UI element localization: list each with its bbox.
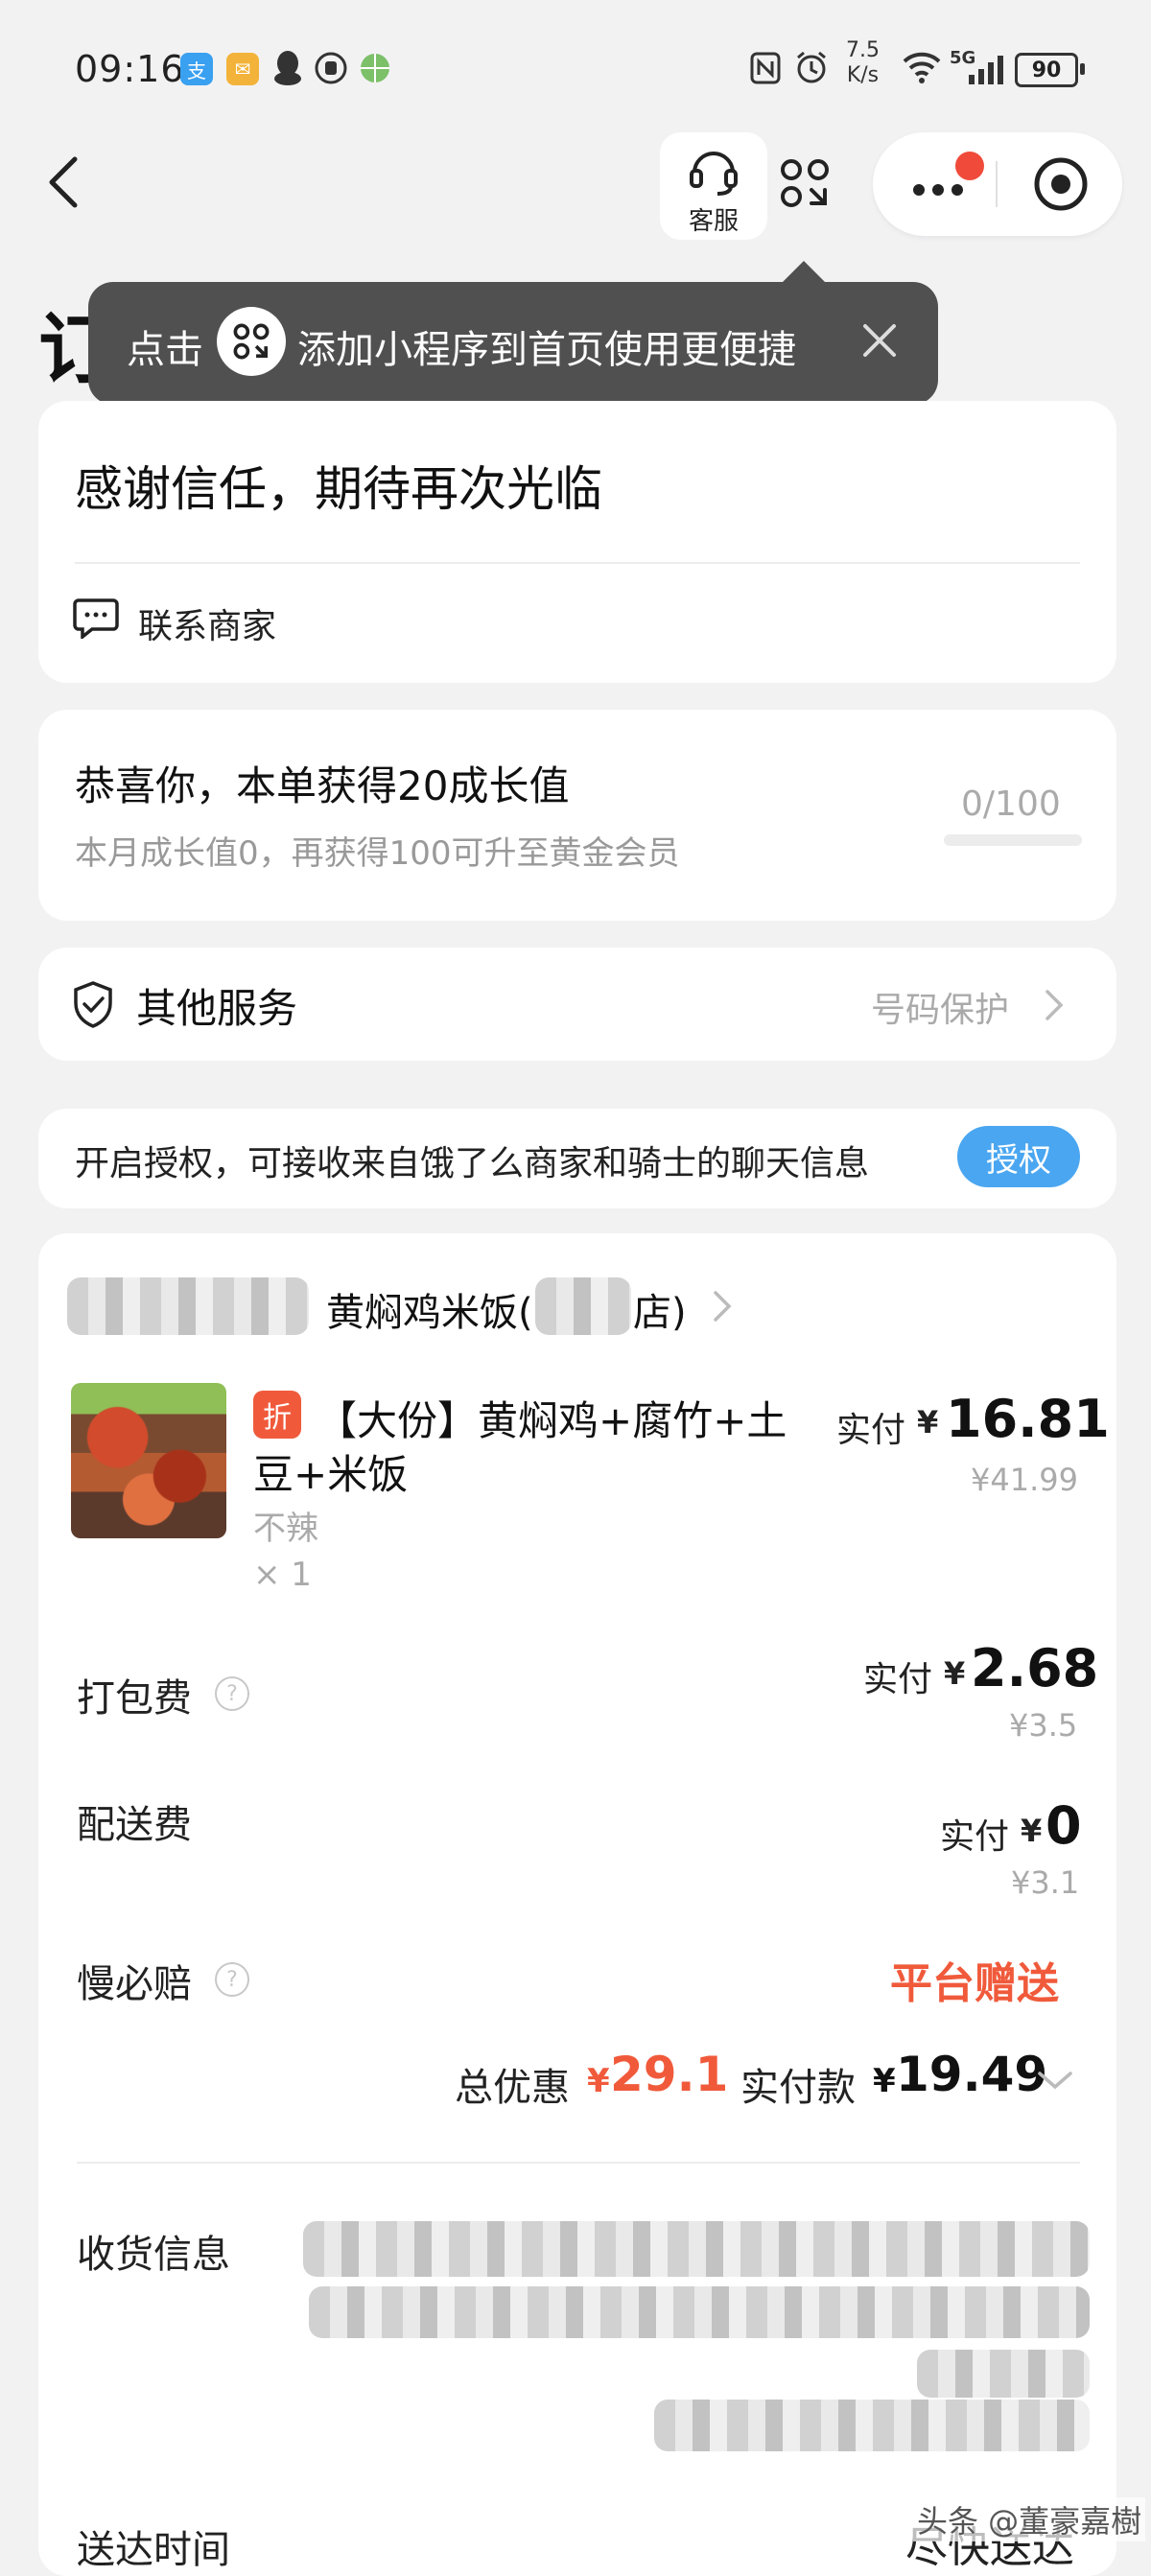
growth-progress-bar — [944, 834, 1082, 846]
receiver-info-label: 收货信息 — [77, 2233, 230, 2277]
total-discount-label: 总优惠 — [455, 2066, 570, 2110]
auth-text: 开启授权，可接收来自饿了么商家和骑士的聊天信息 — [75, 1144, 870, 1183]
store-branch-redacted — [535, 1277, 631, 1335]
add-to-home-button[interactable] — [769, 134, 846, 230]
thanks-title: 感谢信任，期待再次光临 — [75, 461, 602, 517]
receiver-address-redacted — [303, 2221, 1090, 2277]
total-paid-currency: ¥ — [873, 2062, 896, 2100]
store-header[interactable]: 黄焖鸡米饭( 店) — [67, 1272, 758, 1348]
growth-title: 恭喜你，本单获得20成长值 — [75, 762, 570, 809]
add-to-home-tooltip: 点击 添加小程序到首页使用更便捷 — [88, 261, 938, 405]
packing-original-price: ¥3.5 — [1009, 1707, 1078, 1744]
delivery-time-label: 送达时间 — [77, 2528, 230, 2572]
item-original-price: ¥41.99 — [971, 1462, 1078, 1498]
store-name: 黄焖鸡米饭( — [326, 1291, 533, 1335]
growth-progress-text: 0/100 — [961, 785, 1061, 824]
divider — [77, 2162, 1080, 2164]
growth-card: 恭喜你，本单获得20成长值 本月成长值0，再获得100可升至黄金会员 0/100 — [38, 710, 1116, 921]
total-discount-currency: ¥ — [587, 2062, 610, 2100]
total-paid-label: 实付款 — [740, 2066, 856, 2110]
delivery-paid-label: 实付 — [940, 1817, 1010, 1857]
number-protection-label: 号码保护 — [871, 991, 1010, 1030]
thanks-card: 感谢信任，期待再次光临 联系商家 — [38, 401, 1116, 683]
receiver-name-redacted — [917, 2350, 1090, 2398]
chevron-left-icon — [49, 156, 78, 208]
store-name-suffix: 店) — [633, 1291, 687, 1335]
delivery-currency: ¥ — [1021, 1813, 1043, 1849]
item-paid-label: 实付 — [836, 1411, 906, 1450]
packing-paid-label: 实付 — [863, 1660, 933, 1699]
tooltip-close-button[interactable] — [856, 316, 904, 364]
item-thumbnail — [71, 1383, 226, 1538]
signal-icon — [967, 54, 1005, 84]
tooltip-text-before: 点击 — [127, 328, 203, 372]
auth-card: 开启授权，可接收来自饿了么商家和骑士的聊天信息 — [38, 1109, 1116, 1208]
customer-service-label: 客服 — [688, 207, 739, 236]
close-icon — [863, 324, 896, 357]
item-name-line2: 豆+米饭 — [253, 1451, 409, 1498]
delivery-original-price: ¥3.1 — [1011, 1864, 1080, 1901]
total-discount-value: 29.1 — [610, 2047, 729, 2102]
battery-indicator: 90 — [1015, 53, 1085, 87]
shield-icon — [74, 981, 112, 1028]
total-paid-value: 19.49 — [896, 2047, 1048, 2102]
item-paid-price: 16.81 — [946, 1389, 1110, 1449]
chat-icon — [73, 598, 119, 639]
receiver-phone-redacted — [654, 2400, 1090, 2451]
headset-icon — [690, 152, 738, 196]
delivery-paid-price: 0 — [1045, 1795, 1082, 1856]
clock: 09:16 — [75, 48, 185, 90]
other-services-title: 其他服务 — [136, 985, 298, 1032]
contact-merchant-label: 联系商家 — [138, 607, 277, 646]
chevron-down-icon[interactable] — [1036, 2068, 1074, 2093]
watermark: 头条 @董豪嘉樹 — [913, 2497, 1146, 2541]
discount-tag: 折 — [253, 1391, 301, 1439]
mini-program-icon — [781, 159, 829, 207]
chevron-right-icon — [1045, 990, 1064, 1020]
item-spec: 不辣 — [253, 1510, 318, 1548]
help-icon[interactable]: ? — [215, 1676, 249, 1711]
item-currency: ¥ — [917, 1404, 939, 1440]
growth-subtitle: 本月成长值0，再获得100可升至黄金会员 — [75, 834, 680, 873]
help-icon[interactable]: ? — [215, 1962, 249, 1997]
contact-merchant-button[interactable]: 联系商家 — [67, 583, 374, 650]
globe-icon — [359, 52, 391, 84]
packing-currency: ¥ — [944, 1655, 966, 1692]
status-bar: 09:16 支 ✉ 7.5 K/s 5G 90 — [0, 0, 1151, 134]
alarm-icon — [794, 50, 829, 84]
more-button[interactable] — [902, 152, 988, 213]
capsule-divider — [996, 161, 998, 207]
notification-dot — [955, 152, 984, 180]
menu-capsule — [873, 132, 1122, 236]
slow-compensation-value: 平台赠送 — [890, 1959, 1059, 2008]
net-speed: 7.5 K/s — [846, 38, 880, 87]
other-services-card[interactable]: 其他服务 号码保护 — [38, 948, 1116, 1061]
qq-icon — [272, 50, 303, 86]
tooltip-text-after: 添加小程序到首页使用更便捷 — [297, 328, 796, 372]
hand-icon — [315, 52, 347, 84]
alipay-icon: 支 — [180, 53, 213, 85]
wifi-icon — [902, 50, 942, 84]
divider — [75, 562, 1080, 564]
packing-fee-label: 打包费 — [77, 1676, 192, 1721]
close-miniprogram-button[interactable] — [1032, 155, 1090, 213]
packing-paid-price: 2.68 — [971, 1638, 1099, 1698]
item-quantity: × 1 — [253, 1556, 312, 1594]
receiver-address-redacted — [309, 2286, 1090, 2338]
chevron-right-icon — [714, 1291, 732, 1322]
tooltip-mini-program-icon — [217, 307, 286, 376]
slow-compensation-label: 慢必赔 — [77, 1962, 192, 2006]
store-name-redacted — [67, 1277, 309, 1335]
delivery-fee-label: 配送费 — [77, 1803, 192, 1847]
customer-service-button[interactable]: 客服 — [660, 132, 767, 240]
back-button[interactable] — [38, 153, 96, 211]
target-icon — [1034, 157, 1088, 211]
nfc-icon — [750, 52, 781, 84]
item-name-line1: 【大份】黄焖鸡+腐竹+土 — [317, 1397, 787, 1444]
authorize-button[interactable]: 授权 — [957, 1126, 1080, 1187]
email-icon: ✉ — [226, 53, 259, 85]
